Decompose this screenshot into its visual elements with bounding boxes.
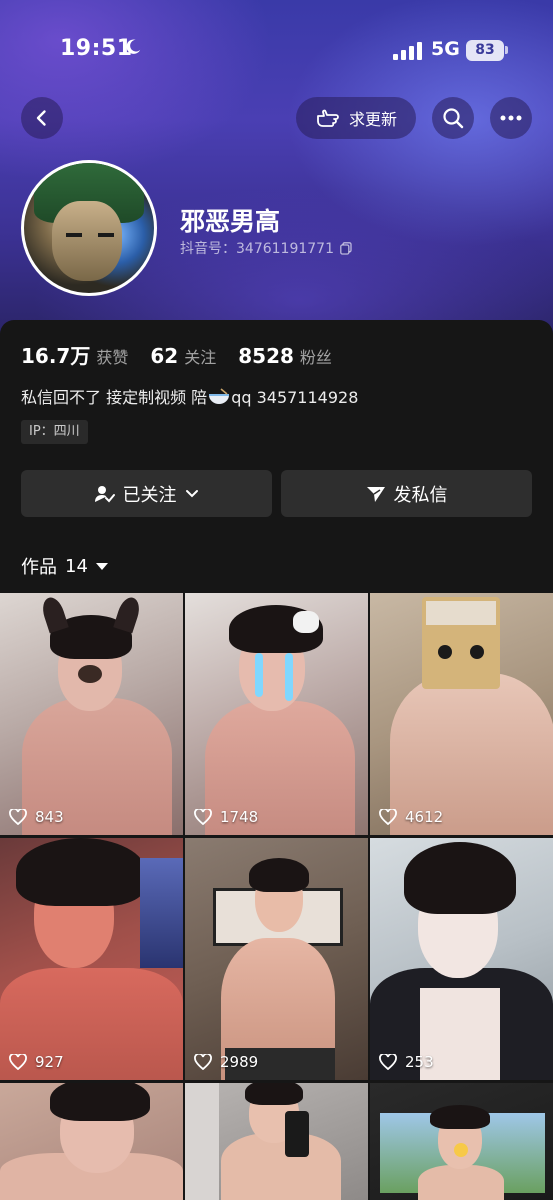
video-thumbnail[interactable]: 1748	[185, 593, 368, 835]
works-label: 作品	[21, 557, 57, 578]
request-update-label: 求更新	[348, 110, 397, 129]
video-thumbnail[interactable]	[0, 1083, 183, 1200]
video-thumbnail[interactable]: 843	[0, 593, 183, 835]
video-likes: 253	[379, 1053, 434, 1071]
battery-level: 83	[466, 40, 504, 61]
video-thumbnail[interactable]	[370, 1083, 553, 1200]
video-thumbnail[interactable]	[185, 1083, 368, 1200]
douyin-id-text: 抖音号：34761191771	[180, 241, 334, 257]
video-thumbnail[interactable]: 4612	[370, 593, 553, 835]
pointing-hand-icon	[317, 109, 339, 127]
video-likes: 843	[9, 808, 64, 826]
followed-label: 已关注	[122, 484, 177, 506]
heart-icon	[194, 1054, 212, 1070]
stat-followers-value: 8528	[238, 344, 294, 368]
video-likes: 1748	[194, 808, 258, 826]
video-likes: 4612	[379, 808, 443, 826]
video-likes-count: 4612	[405, 808, 444, 826]
stat-followers-label: 粉丝	[299, 348, 332, 367]
stat-likes[interactable]: 16.7万 获赞	[21, 340, 128, 369]
video-likes-count: 927	[35, 1053, 64, 1071]
video-likes: 2989	[194, 1053, 258, 1071]
ip-location-tag: IP：四川	[21, 420, 88, 444]
status-time: 19:51	[60, 36, 133, 61]
heart-icon	[9, 1054, 27, 1070]
video-likes-count: 1748	[220, 808, 259, 826]
more-button[interactable]	[490, 97, 532, 139]
battery-tip	[505, 46, 508, 54]
chevron-down-icon	[185, 489, 198, 497]
douyin-id[interactable]: 抖音号：34761191771	[180, 238, 352, 258]
search-icon	[443, 108, 464, 129]
dropdown-triangle-icon	[95, 562, 108, 570]
video-thumbnail[interactable]: 2989	[185, 838, 368, 1080]
profile-bio: 私信回不了 接定制视频 陪 qq 3457114928	[21, 384, 358, 408]
status-bar: 19:51 5G 83	[0, 0, 553, 100]
cellular-signal-icon	[393, 42, 423, 60]
profile-name: 邪恶男高	[180, 207, 281, 236]
video-likes-count: 2989	[220, 1053, 259, 1071]
bio-text-start: 私信回不了 接定制视频 陪	[21, 388, 208, 407]
stat-following-value: 62	[150, 344, 179, 368]
video-thumbnail[interactable]: 927	[0, 838, 183, 1080]
video-thumbnail[interactable]: 253	[370, 838, 553, 1080]
copy-icon[interactable]	[340, 241, 352, 255]
profile-stats: 16.7万 获赞 62 关注 8528 粉丝	[21, 340, 354, 369]
followed-button[interactable]: 已关注	[21, 470, 272, 517]
more-dots-icon	[500, 115, 522, 121]
stat-following-label: 关注	[184, 348, 217, 367]
stat-likes-label: 获赞	[96, 348, 129, 367]
avatar[interactable]	[21, 160, 157, 296]
bowl-emoji-icon	[209, 388, 230, 404]
bio-text-end: qq 3457114928	[231, 388, 359, 407]
heart-icon	[194, 809, 212, 825]
search-button[interactable]	[432, 97, 474, 139]
works-tab[interactable]: 作品 14	[21, 553, 108, 579]
user-check-icon	[94, 485, 115, 502]
send-message-button[interactable]: 发私信	[281, 470, 532, 517]
send-icon	[366, 486, 385, 502]
stat-following[interactable]: 62 关注	[150, 344, 216, 368]
request-update-button[interactable]: 求更新	[296, 97, 416, 139]
works-count: 14	[65, 555, 88, 577]
stat-likes-value: 16.7万	[21, 344, 91, 368]
back-button[interactable]	[21, 97, 63, 139]
video-likes-count: 843	[35, 808, 64, 826]
stat-followers[interactable]: 8528 粉丝	[238, 344, 332, 368]
video-likes-count: 253	[405, 1053, 434, 1071]
network-type: 5G	[431, 38, 460, 60]
send-message-label: 发私信	[393, 484, 448, 506]
chevron-left-icon	[36, 110, 46, 126]
heart-icon	[9, 809, 27, 825]
heart-icon	[379, 1054, 397, 1070]
video-likes: 927	[9, 1053, 64, 1071]
heart-icon	[379, 809, 397, 825]
do-not-disturb-moon-icon	[126, 39, 141, 54]
